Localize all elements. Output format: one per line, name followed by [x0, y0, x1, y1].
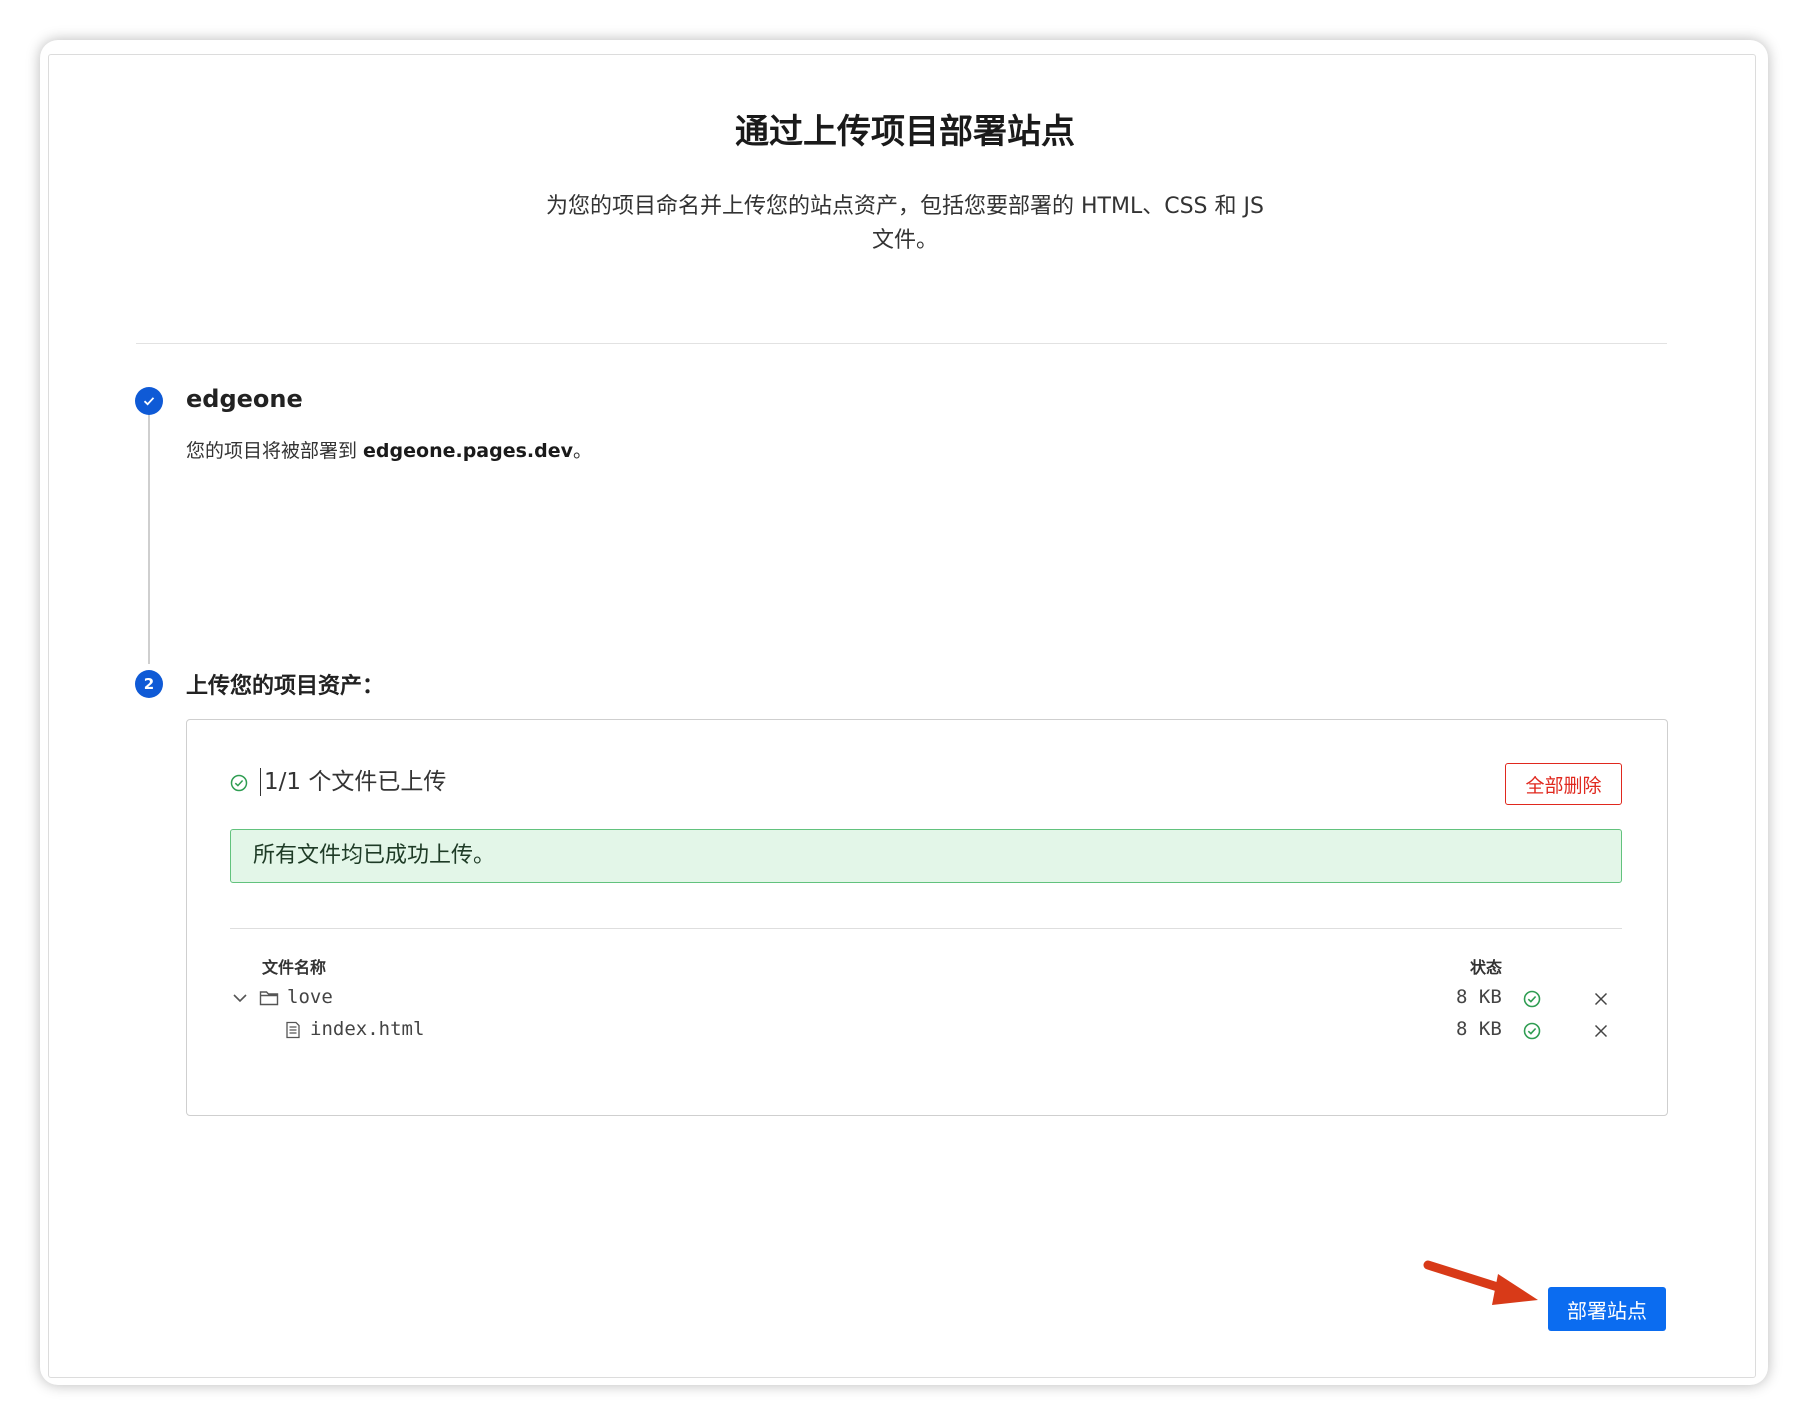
upload-success-banner: 所有文件均已成功上传。 [230, 829, 1622, 883]
folder-icon [259, 991, 279, 1006]
close-icon[interactable] [1594, 1024, 1608, 1038]
deploy-target-prefix: 您的项目将被部署到 [186, 440, 364, 462]
upload-status-text: 1/1 个文件已上传 [260, 768, 446, 796]
file-name: index.html [310, 1018, 425, 1040]
column-header-status: 状态 [1470, 958, 1503, 977]
file-size: 8 KB [1456, 986, 1502, 1008]
step2-number-badge: 2 [135, 670, 163, 698]
deploy-site-button[interactable]: 部署站点 [1548, 1287, 1666, 1331]
delete-all-button[interactable]: 全部删除 [1505, 763, 1622, 805]
file-row-folder: love 8 KB [0, 984, 1810, 1014]
check-icon [143, 397, 155, 406]
step2-title: 上传您的项目资产： [186, 674, 385, 699]
chevron-down-icon[interactable] [232, 992, 248, 1004]
project-name: edgeone [186, 385, 303, 413]
file-name: love [287, 986, 333, 1008]
column-header-filename: 文件名称 [262, 958, 327, 977]
file-size: 8 KB [1456, 1018, 1502, 1040]
file-icon [286, 1021, 300, 1039]
close-icon[interactable] [1594, 992, 1608, 1006]
deploy-target-suffix: 。 [573, 440, 593, 462]
check-circle-icon [1523, 990, 1541, 1008]
deploy-target-text: 您的项目将被部署到 edgeone.pages.dev。 [186, 436, 592, 463]
deploy-domain: edgeone.pages.dev [363, 440, 574, 462]
page-title: 通过上传项目部署站点 [735, 112, 1075, 152]
file-row-file: index.html 8 KB [0, 1017, 1810, 1047]
page-subtitle: 为您的项目命名并上传您的站点资产，包括您要部署的 HTML、CSS 和 JS 文… [546, 194, 1264, 253]
step1-complete-badge [135, 387, 163, 415]
pointer-arrow-icon [1423, 1260, 1538, 1305]
step-connector [148, 402, 150, 664]
table-divider [230, 928, 1622, 929]
check-circle-icon [1523, 1022, 1541, 1040]
check-circle-icon [230, 774, 248, 792]
section-divider [136, 343, 1667, 344]
